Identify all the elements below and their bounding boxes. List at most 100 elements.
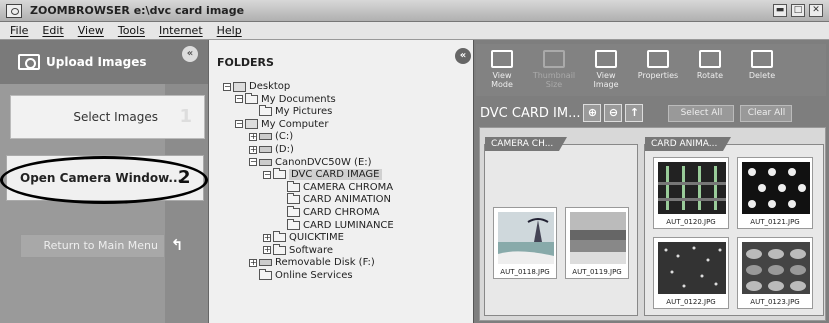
- thumbnail-filename: AUT_0120.JPG: [666, 218, 716, 226]
- folder-icon: [259, 269, 272, 280]
- group-tab[interactable]: CAMERA CH...: [485, 137, 568, 151]
- expand-icon[interactable]: +: [249, 258, 257, 267]
- path-row: DVC CARD IM... ⊕ ⊖ ↑ Select All Clear Al…: [474, 103, 829, 123]
- menu-tools[interactable]: Tools: [118, 24, 145, 37]
- folder-icon: [273, 168, 286, 180]
- folder-tree-item[interactable]: − DVC CARD IMAGE: [263, 168, 382, 181]
- app-camera-icon: [6, 3, 22, 18]
- upload-images-header[interactable]: Upload Images: [0, 40, 208, 84]
- title-bar: ZOOMBROWSER e:\dvc card image ▬ □ ✕: [0, 0, 829, 22]
- folder-tree-item[interactable]: − My Computer: [235, 118, 328, 131]
- folder-tree-item[interactable]: + (C:): [249, 130, 293, 143]
- view-mode-icon: [491, 50, 513, 68]
- image-group: CARD ANIMA... AUT_0120.JPG AUT_0121.JPG …: [644, 137, 824, 316]
- folder-icon: [287, 180, 300, 192]
- toolbar: View Mode Thumbnail Size View Image Propert…: [476, 44, 826, 96]
- view-image-icon: [595, 50, 617, 68]
- thumbnail-image: [742, 162, 810, 214]
- folder-tree-item[interactable]: + Removable Disk (F:): [249, 256, 375, 269]
- folder-icon: [287, 193, 300, 205]
- thumbnail-size-button[interactable]: Thumbnail Size: [528, 44, 580, 96]
- delete-button[interactable]: Delete: [736, 44, 788, 96]
- rotate-button[interactable]: Rotate: [684, 44, 736, 96]
- folder-tree-label: Desktop: [249, 81, 291, 92]
- delete-icon: [751, 50, 773, 68]
- folder-tree-item[interactable]: CAMERA CHROMA: [277, 180, 394, 194]
- folder-tree-item[interactable]: CARD LUMINANCE: [277, 218, 394, 232]
- folder-icon: [245, 92, 258, 104]
- folder-tree-label: CAMERA CHROMA: [303, 181, 394, 193]
- folder-tree-item[interactable]: Online Services: [249, 269, 353, 282]
- thumbnail-image: [658, 242, 726, 294]
- folder-tree-label: My Pictures: [275, 106, 333, 118]
- folder-tree-item[interactable]: − My Documents: [235, 92, 336, 106]
- minimize-button[interactable]: ▬: [773, 4, 787, 17]
- toolbar-label: Rotate: [696, 71, 724, 80]
- upload-images-label: Upload Images: [46, 55, 147, 69]
- up-folder-icon[interactable]: ↑: [625, 104, 644, 122]
- folders-panel: FOLDERS « − Desktop − My Documents My Pictur…: [208, 40, 473, 323]
- drive-icon: [259, 133, 272, 141]
- folder-tree-item[interactable]: + (D:): [249, 143, 294, 156]
- folder-tree-item[interactable]: My Pictures: [249, 105, 332, 118]
- collapse-icon[interactable]: −: [263, 170, 271, 179]
- computer-icon: [245, 119, 258, 130]
- toolbar-label: View Mode: [491, 71, 513, 89]
- image-group: CAMERA CH... AUT_0118.JPG AUT_0119.JPG: [484, 137, 638, 316]
- thumbnail[interactable]: AUT_0119.JPG: [565, 207, 629, 279]
- maximize-button[interactable]: □: [791, 4, 805, 17]
- folder-tree-item[interactable]: + QUICKTIME: [263, 231, 344, 244]
- folder-tree-item[interactable]: − CanonDVC50W (E:): [249, 156, 372, 169]
- return-arrow-icon[interactable]: ↰: [168, 236, 186, 254]
- thumbnail[interactable]: AUT_0122.JPG: [653, 237, 729, 309]
- thumbnail[interactable]: AUT_0118.JPG: [493, 207, 557, 279]
- folder-icon: [259, 105, 272, 117]
- collapse-icon[interactable]: −: [235, 95, 243, 104]
- group-tab[interactable]: CARD ANIMA...: [645, 137, 732, 151]
- menu-file[interactable]: File: [10, 24, 28, 37]
- toolbar-label: Properties: [637, 71, 679, 80]
- folder-tree-item[interactable]: CARD ANIMATION: [277, 193, 391, 206]
- expand-icon[interactable]: +: [263, 233, 271, 242]
- select-images-button[interactable]: Select Images 1: [10, 95, 205, 139]
- folder-tree-label: Online Services: [275, 270, 353, 281]
- folder-tree-item[interactable]: − Desktop: [223, 80, 290, 93]
- drive-icon: [259, 259, 272, 267]
- collapse-folders-icon[interactable]: «: [455, 48, 471, 64]
- thumbnail-filename: AUT_0122.JPG: [666, 298, 716, 306]
- expand-icon[interactable]: +: [249, 145, 257, 154]
- select-all-button[interactable]: Select All: [668, 104, 735, 122]
- return-to-main-menu-button[interactable]: Return to Main Menu: [20, 234, 165, 258]
- thumbnail-image: [742, 242, 810, 294]
- current-folder-label: DVC CARD IM...: [480, 105, 581, 121]
- expand-icon[interactable]: +: [263, 246, 271, 255]
- folder-tree-item[interactable]: CARD CHROMA: [277, 206, 379, 219]
- thumbnail[interactable]: AUT_0123.JPG: [737, 237, 813, 309]
- step-number: 2: [178, 167, 191, 188]
- menu-internet[interactable]: Internet: [159, 24, 203, 37]
- collapse-panel-icon[interactable]: «: [182, 46, 198, 62]
- collapse-icon[interactable]: −: [235, 120, 243, 129]
- zoom-out-icon[interactable]: ⊖: [604, 104, 623, 122]
- thumbnail[interactable]: AUT_0121.JPG: [737, 157, 813, 229]
- view-image-button[interactable]: View Image: [580, 44, 632, 96]
- step-number: 1: [179, 106, 192, 127]
- folders-header: FOLDERS: [217, 56, 274, 69]
- thumbnail-filename: AUT_0119.JPG: [572, 268, 622, 276]
- menu-edit[interactable]: Edit: [42, 24, 63, 37]
- thumbnail-size-icon: [543, 50, 565, 68]
- expand-icon[interactable]: +: [249, 132, 257, 141]
- properties-button[interactable]: Properties: [632, 44, 684, 96]
- clear-all-button[interactable]: Clear All: [740, 104, 793, 122]
- collapse-icon[interactable]: −: [223, 82, 231, 91]
- thumbnail[interactable]: AUT_0120.JPG: [653, 157, 729, 229]
- folder-tree-item[interactable]: + Software: [263, 243, 333, 257]
- menu-view[interactable]: View: [78, 24, 104, 37]
- collapse-icon[interactable]: −: [249, 158, 257, 167]
- thumbnail-image: [570, 212, 626, 264]
- zoom-in-icon[interactable]: ⊕: [583, 104, 602, 122]
- view-mode-button[interactable]: View Mode: [476, 44, 528, 96]
- close-button[interactable]: ✕: [809, 4, 823, 17]
- menu-help[interactable]: Help: [217, 24, 242, 37]
- folder-tree-label: My Computer: [261, 118, 329, 130]
